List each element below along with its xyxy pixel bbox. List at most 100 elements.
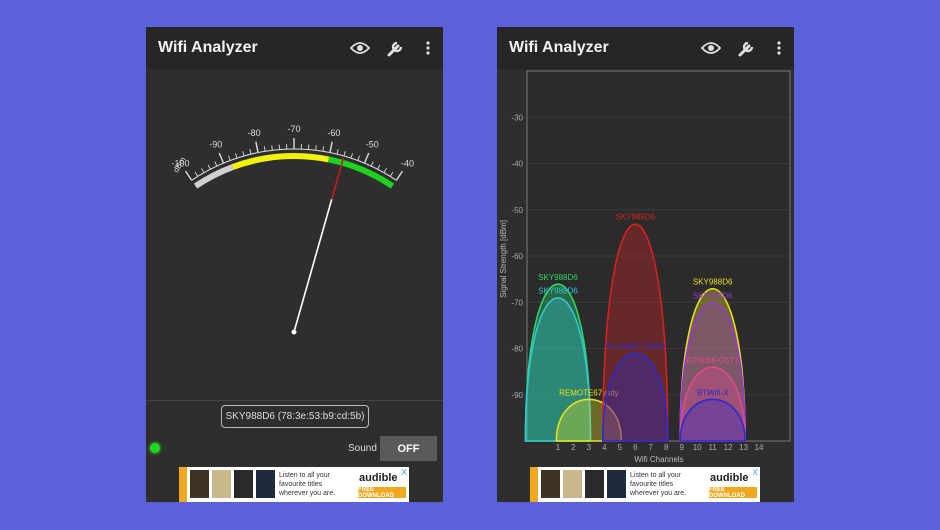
app-title: Wifi Analyzer (509, 39, 609, 56)
x-tick-label: 8 (664, 443, 669, 452)
y-tick-label: -40 (511, 160, 523, 169)
network-label: SKY988D6 (615, 213, 655, 222)
meter-tick (383, 168, 387, 173)
network-label: SKY988D6 (538, 287, 578, 296)
y-tick-label: -50 (511, 206, 523, 215)
meter-tick (370, 161, 374, 167)
sound-label: Sound (348, 443, 377, 454)
meter-tick (315, 145, 317, 151)
meter-scale-label: -60 (327, 128, 340, 138)
x-tick-label: 2 (571, 443, 576, 452)
meter-tick (249, 149, 252, 155)
signal-meter: -100-90-80 -70 -60-50-40 dBm (171, 124, 414, 335)
selected-network-box[interactable]: SKY988D6 (78:3e:53:b9:cd:5b) (221, 405, 369, 428)
book-cover-image (585, 470, 604, 498)
meter-tick (350, 153, 353, 159)
network-label: BTHub6-G5T7 (687, 356, 740, 365)
divider (146, 400, 443, 401)
app-bar: Wifi Analyzer (146, 27, 443, 69)
x-tick-label: 14 (755, 443, 764, 452)
meter-scale-label: -70 (287, 124, 300, 134)
ad-banner[interactable]: Listen to all your favourite titles wher… (530, 467, 760, 502)
meter-needle (293, 199, 333, 333)
meter-tick (207, 164, 211, 170)
book-cover-image (607, 470, 626, 498)
ad-line-2: favourite titles (279, 481, 323, 488)
meter-tick (228, 155, 231, 161)
app-bar: Wifi Analyzer (497, 27, 794, 69)
y-tick-label: -60 (511, 252, 523, 261)
meter-tick (214, 161, 218, 167)
more-vert-icon[interactable] (421, 38, 435, 58)
more-vert-icon[interactable] (772, 38, 786, 58)
ad-strip (179, 467, 187, 502)
y-tick-label: -80 (511, 345, 523, 354)
meter-tick (377, 164, 381, 170)
meter-ticks: -100-90-80 -70 -60-50-40 (171, 124, 414, 335)
sound-toggle[interactable]: OFF (380, 436, 437, 461)
x-tick-label: 5 (618, 443, 623, 452)
x-tick-label: 10 (693, 443, 702, 452)
x-tick-label: 6 (633, 443, 638, 452)
eye-icon[interactable] (349, 38, 371, 58)
y-tick-label: -70 (511, 298, 523, 307)
status-led (150, 443, 160, 453)
x-tick-label: 3 (587, 443, 592, 452)
right-phone-screen: Wifi Analyzer -30 -40 -50 -60 -70 -80 -90 1 2 3 4 5… (497, 27, 794, 502)
meter-tick (194, 171, 199, 177)
meter-band-low (193, 164, 234, 189)
audible-logo: audible (710, 472, 749, 484)
meter-tick (363, 152, 370, 164)
meter-tick (184, 170, 193, 181)
y-axis-label: Signal Strength [dBm] (499, 220, 508, 298)
meter-tick (357, 155, 360, 161)
ad-close-icon[interactable]: X (753, 468, 758, 477)
meter-scale-label: -80 (248, 128, 261, 138)
x-tick-label: 7 (649, 443, 654, 452)
audible-logo: audible (359, 472, 398, 484)
ad-text: Listen to all your favourite titles wher… (279, 471, 335, 498)
book-cover-image (234, 470, 253, 498)
wrench-icon[interactable] (385, 38, 407, 58)
ad-line-3: wherever you are. (630, 490, 687, 497)
meter-tick (389, 171, 394, 177)
meter-tick (235, 153, 238, 159)
x-tick-label: 11 (708, 443, 717, 452)
ad-line-3: wherever you are. (279, 490, 336, 497)
free-download-button[interactable]: FREE DOWNLOAD (358, 487, 406, 499)
x-tick-label: 9 (679, 443, 684, 452)
x-tick-label: 1 (556, 443, 561, 452)
eye-icon[interactable] (700, 38, 722, 58)
network-label: PLUSNET-JR4G (606, 342, 666, 351)
ad-banner[interactable]: Listen to all your favourite titles wher… (179, 467, 409, 502)
left-phone-screen: Wifi Analyzer -100 -90 -80 -70 -60 -50 -40 dBm… (146, 27, 443, 502)
meter-needle-pivot (291, 329, 297, 335)
ad-line-1: Listen to all your (630, 472, 681, 479)
meter-scale-label: -90 (209, 140, 222, 150)
book-cover-image (212, 470, 231, 498)
x-tick-label: 12 (724, 443, 733, 452)
meter-tick (322, 146, 325, 152)
free-download-button[interactable]: FREE DOWNLOAD (709, 487, 757, 499)
channel-graph: -30-40-50-60-70-80-901 2 3 4 5 6 7 8 9 10 11 12 13 14… (499, 70, 791, 464)
meter-band-high (327, 156, 395, 189)
meter-tick (336, 149, 339, 155)
book-cover-image (563, 470, 582, 498)
app-title: Wifi Analyzer (158, 39, 258, 56)
ad-line-2: favourite titles (630, 481, 674, 488)
ad-text: Listen to all your favourite titles wher… (630, 471, 686, 498)
meter-tick (255, 141, 259, 153)
ad-close-icon[interactable]: X (402, 468, 407, 477)
meter-tick (395, 170, 404, 181)
ad-line-1: Listen to all your (279, 472, 330, 479)
meter-tick (218, 152, 225, 164)
meter-scale-label: -50 (366, 140, 379, 150)
book-cover-image (256, 470, 275, 498)
meter-tick (242, 151, 245, 157)
book-cover-image (190, 470, 209, 498)
meter-tick (263, 146, 266, 152)
book-cover-image (541, 470, 560, 498)
meter-tick (271, 145, 273, 151)
y-tick-label: -30 (511, 113, 523, 122)
wrench-icon[interactable] (736, 38, 758, 58)
